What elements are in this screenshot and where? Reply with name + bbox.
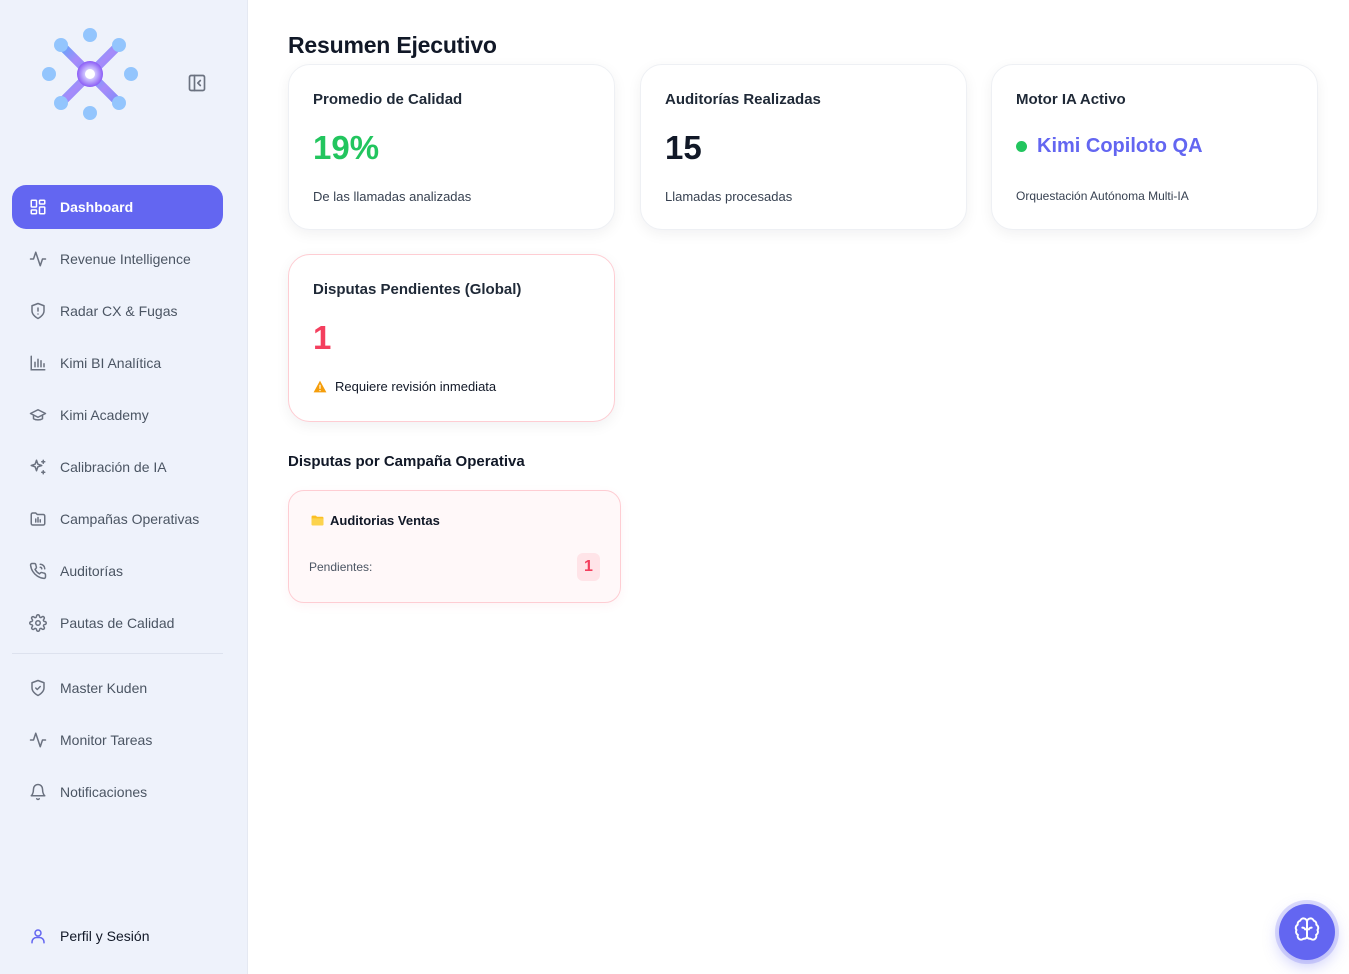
activity-icon bbox=[28, 730, 48, 750]
card-subtitle-row: Requiere revisión inmediata bbox=[313, 379, 496, 394]
sidebar-item-label: Master Kuden bbox=[60, 680, 148, 696]
sidebar-item-label: Kimi BI Analítica bbox=[60, 355, 162, 371]
sidebar-item-label: Notificaciones bbox=[60, 784, 148, 800]
campaign-name: Auditorias Ventas bbox=[330, 513, 440, 528]
campaign-name-row: Auditorias Ventas bbox=[311, 513, 440, 528]
profile-button[interactable]: Perfil y Sesión bbox=[28, 926, 149, 946]
settings-icon bbox=[28, 613, 48, 633]
sidebar-item-calibracion-ia[interactable]: Calibración de IA bbox=[12, 445, 223, 489]
campaign-disputes-title: Disputas por Campaña Operativa bbox=[288, 453, 525, 470]
profile-label: Perfil y Sesión bbox=[60, 928, 150, 944]
page-title: Resumen Ejecutivo bbox=[288, 32, 497, 58]
sidebar-collapse-icon[interactable] bbox=[186, 72, 208, 94]
sidebar-item-master-kuden[interactable]: Master Kuden bbox=[12, 666, 223, 710]
sidebar-divider bbox=[12, 653, 223, 654]
engine-name: Kimi Copiloto QA bbox=[1037, 135, 1203, 157]
brain-icon bbox=[1293, 916, 1321, 949]
audits-card: Auditorías Realizadas 15 Llamadas proces… bbox=[640, 64, 967, 230]
sparkles-icon bbox=[28, 457, 48, 477]
pending-count-badge: 1 bbox=[577, 553, 600, 581]
graduation-cap-icon bbox=[28, 405, 48, 425]
quality-average-card: Promedio de Calidad 19% De las llamadas … bbox=[288, 64, 615, 230]
warning-icon bbox=[313, 380, 327, 393]
card-value: 1 bbox=[313, 319, 332, 356]
ai-assistant-button[interactable] bbox=[1279, 904, 1335, 960]
sidebar-item-label: Kimi Academy bbox=[60, 407, 149, 423]
sidebar-item-pautas-calidad[interactable]: Pautas de Calidad bbox=[12, 601, 223, 645]
sidebar-item-kimi-academy[interactable]: Kimi Academy bbox=[12, 393, 223, 437]
engine-status: Kimi Copiloto QA bbox=[1016, 135, 1203, 158]
sidebar-item-label: Monitor Tareas bbox=[60, 732, 153, 748]
card-title: Disputas Pendientes (Global) bbox=[313, 281, 522, 298]
app-logo bbox=[40, 26, 140, 122]
sidebar-item-radar-cx[interactable]: Radar CX & Fugas bbox=[12, 289, 223, 333]
status-dot bbox=[1016, 141, 1027, 152]
bar-chart-icon bbox=[28, 353, 48, 373]
phone-call-icon bbox=[28, 561, 48, 581]
card-title: Promedio de Calidad bbox=[313, 91, 463, 108]
sidebar-item-kimi-bi[interactable]: Kimi BI Analítica bbox=[12, 341, 223, 385]
sidebar-item-label: Pautas de Calidad bbox=[60, 615, 175, 631]
card-subtitle: Requiere revisión inmediata bbox=[335, 379, 497, 394]
card-subtitle: Llamadas procesadas bbox=[665, 189, 793, 204]
sidebar-item-label: Calibración de IA bbox=[60, 459, 167, 475]
card-title: Auditorías Realizadas bbox=[665, 91, 821, 108]
sidebar-item-monitor-tareas[interactable]: Monitor Tareas bbox=[12, 718, 223, 762]
sidebar-item-label: Radar CX & Fugas bbox=[60, 303, 178, 319]
card-title: Motor IA Activo bbox=[1016, 91, 1126, 108]
activity-icon bbox=[28, 249, 48, 269]
sidebar-item-notificaciones[interactable]: Notificaciones bbox=[12, 770, 223, 814]
shield-check-icon bbox=[28, 678, 48, 698]
card-subtitle: Orquestación Autónoma Multi-IA bbox=[1016, 189, 1189, 203]
pending-label: Pendientes: bbox=[309, 560, 373, 574]
folder-chart-icon bbox=[28, 509, 48, 529]
user-icon bbox=[28, 926, 48, 946]
sidebar-item-revenue-intelligence[interactable]: Revenue Intelligence bbox=[12, 237, 223, 281]
main-content: Resumen Ejecutivo Promedio de Calidad 19… bbox=[248, 0, 1349, 974]
shield-alert-icon bbox=[28, 301, 48, 321]
sidebar: Dashboard Revenue Intelligence Radar CX … bbox=[0, 0, 248, 974]
folder-icon bbox=[311, 515, 324, 526]
sidebar-item-label: Campañas Operativas bbox=[60, 511, 200, 527]
sidebar-item-label: Revenue Intelligence bbox=[60, 251, 191, 267]
bell-icon bbox=[28, 782, 48, 802]
ai-engine-card: Motor IA Activo Kimi Copiloto QA Orquest… bbox=[991, 64, 1318, 230]
sidebar-item-label: Dashboard bbox=[60, 199, 134, 215]
sidebar-item-auditorias[interactable]: Auditorías bbox=[12, 549, 223, 593]
card-subtitle: De las llamadas analizadas bbox=[313, 189, 472, 204]
campaign-dispute-card[interactable]: Auditorias Ventas Pendientes: 1 bbox=[288, 490, 621, 603]
card-value: 19% bbox=[313, 129, 380, 166]
sidebar-item-dashboard[interactable]: Dashboard bbox=[12, 185, 223, 229]
layout-grid-icon bbox=[28, 197, 48, 217]
card-value: 15 bbox=[665, 129, 702, 166]
sidebar-item-label: Auditorías bbox=[60, 563, 124, 579]
sidebar-item-campanas[interactable]: Campañas Operativas bbox=[12, 497, 223, 541]
sidebar-nav: Dashboard Revenue Intelligence Radar CX … bbox=[12, 185, 223, 822]
pending-disputes-card[interactable]: Disputas Pendientes (Global) 1 Requiere … bbox=[288, 254, 615, 422]
